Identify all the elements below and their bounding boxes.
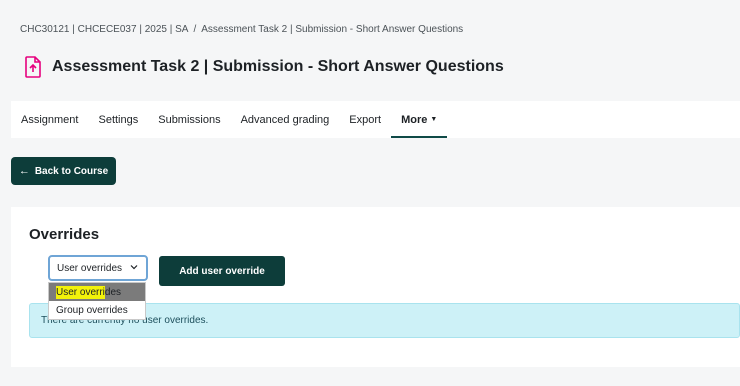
text-highlight: User overri [56,285,105,299]
breadcrumb: CHC30121 | CHCECE037 | 2025 | SA / Assessm… [20,24,463,35]
arrow-left-icon: ← [18,165,30,177]
tab-label: Submissions [158,113,221,126]
breadcrumb-separator: / [193,24,197,35]
tab-submissions[interactable]: Submissions [148,101,230,138]
breadcrumb-current[interactable]: Assessment Task 2 | Submission - Short A… [201,24,463,35]
tab-label: Assignment [21,113,79,126]
override-type-dropdown: User overri des Group overrides [48,282,146,320]
tab-label: Export [349,113,382,126]
assignment-upload-icon [22,55,44,79]
tab-advanced-grading[interactable]: Advanced grading [231,101,340,138]
secondary-navigation: Assignment Settings Submissions Advanced… [11,101,740,138]
select-value: User overrides [57,262,123,274]
section-title: Overrides [29,226,100,243]
override-type-select[interactable]: User overrides [48,255,148,281]
tab-label: Settings [98,113,139,126]
tab-label: More [401,113,428,126]
tab-export[interactable]: Export [339,101,391,138]
option-label: Group overrides [56,304,128,316]
breadcrumb-course-link[interactable]: CHC30121 | CHCECE037 | 2025 | SA [20,24,188,35]
option-user-overrides[interactable]: User overri des [49,283,145,301]
page-header: Assessment Task 2 | Submission - Short A… [22,55,504,79]
tab-label: Advanced grading [240,113,330,126]
back-button-label: Back to Course [34,165,109,177]
add-button-label: Add user override [179,265,265,277]
tab-more[interactable]: More ▼ [391,101,448,138]
tab-assignment[interactable]: Assignment [11,101,88,138]
tab-settings[interactable]: Settings [88,101,148,138]
option-label-rest: des [104,286,122,298]
option-group-overrides[interactable]: Group overrides [49,301,145,319]
add-user-override-button[interactable]: Add user override [159,256,285,286]
back-to-course-button[interactable]: ← Back to Course [11,157,116,185]
chevron-down-icon: ▼ [430,116,438,123]
chevron-down-icon [130,265,138,270]
page-title: Assessment Task 2 | Submission - Short A… [52,58,504,75]
